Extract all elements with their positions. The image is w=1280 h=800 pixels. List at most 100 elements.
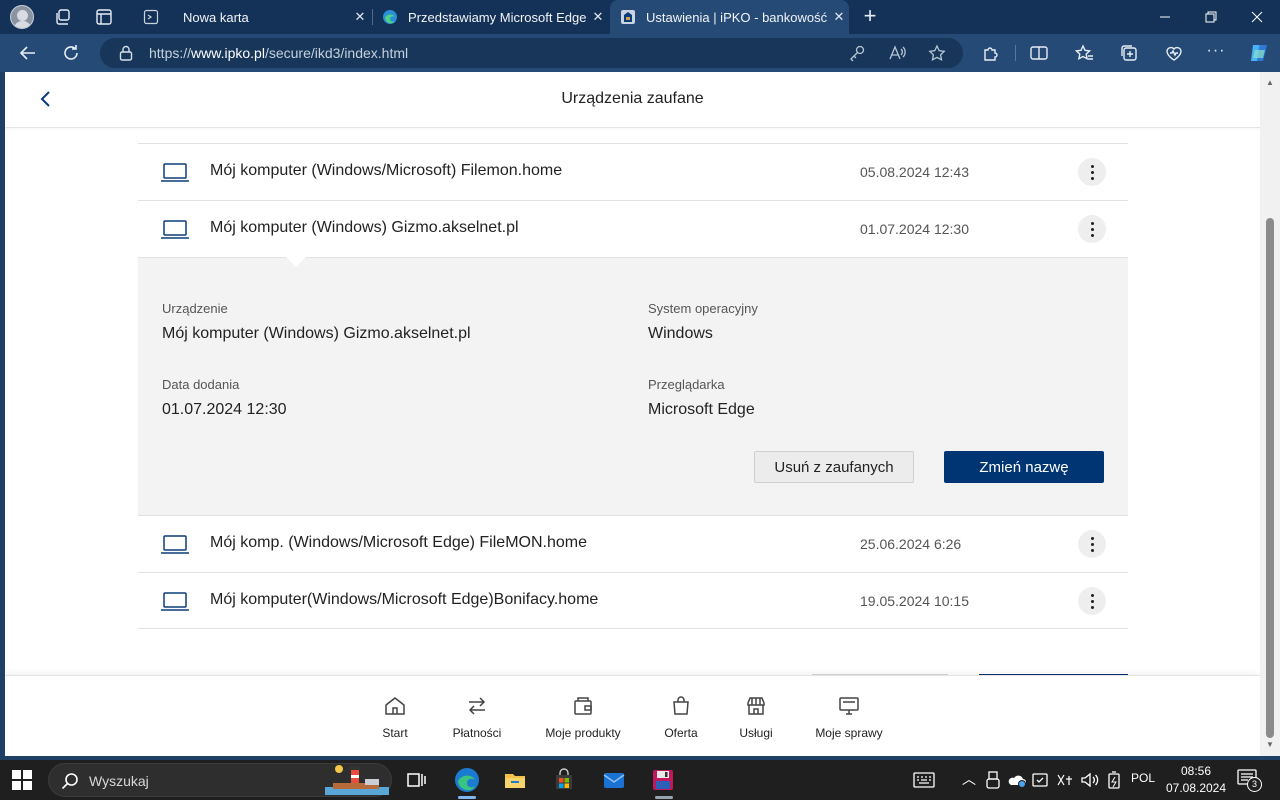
favorites-icon[interactable] <box>1074 43 1094 63</box>
monitor-icon <box>839 697 859 715</box>
taskbar-search[interactable]: Wyszukaj <box>48 763 392 797</box>
performance-icon[interactable] <box>1164 43 1184 63</box>
refresh-icon[interactable] <box>61 43 81 63</box>
running-app-indicator <box>655 796 673 799</box>
onedrive-icon[interactable] <box>1007 771 1027 789</box>
edge-taskbar-icon[interactable] <box>454 767 480 793</box>
rename-button[interactable]: Zmień nazwę <box>944 451 1104 483</box>
device-menu-button[interactable] <box>1078 530 1106 558</box>
minimize-icon[interactable] <box>1142 0 1188 34</box>
bottom-navigation: Start Płatności Moje produkty Oferta Usł… <box>5 675 1260 756</box>
favorite-star-icon[interactable] <box>928 44 946 62</box>
nav-my-cases[interactable]: Moje sprawy <box>811 694 887 740</box>
url-text: https://www.ipko.pl/secure/ikd3/index.ht… <box>149 45 408 61</box>
search-highlight-lighthouse-icon <box>325 765 389 795</box>
back-arrow-icon[interactable] <box>18 43 38 63</box>
close-tab-icon[interactable]: ✕ <box>829 7 849 27</box>
language-indicator[interactable]: POL <box>1131 771 1155 785</box>
show-hidden-icons-chevron-icon[interactable]: ︿ <box>962 769 976 789</box>
keyboard-layout-icon[interactable] <box>913 769 935 791</box>
microsoft-store-icon[interactable] <box>552 768 576 792</box>
save-app-icon[interactable] <box>651 768 675 792</box>
mail-icon[interactable] <box>602 768 626 792</box>
new-tab-plus-icon[interactable]: + <box>860 5 880 27</box>
laptop-icon <box>161 163 189 182</box>
volume-icon[interactable] <box>1080 771 1100 789</box>
edge-logo-icon <box>383 10 397 24</box>
kebab-icon <box>1090 220 1094 238</box>
tab-new-tab[interactable]: Nowa karta ✕ <box>133 0 370 34</box>
tab-title: Przedstawiamy Microsoft Edge <box>408 9 587 25</box>
split-screen-icon[interactable] <box>1029 43 1049 63</box>
task-view-icon[interactable] <box>404 768 428 792</box>
more-options-icon[interactable]: ··· <box>1206 43 1226 63</box>
close-tab-icon[interactable]: ✕ <box>350 7 370 27</box>
nav-services[interactable]: Usługi <box>736 694 776 740</box>
restore-icon[interactable] <box>1188 0 1234 34</box>
nav-label: Moje produkty <box>545 726 621 740</box>
scroll-down-arrow-icon[interactable]: ▼ <box>1264 740 1276 750</box>
device-label: Urządzenie <box>162 301 228 316</box>
remove-trusted-button[interactable]: Usuń z zaufanych <box>754 451 914 483</box>
scrollbar-thumb[interactable] <box>1266 218 1274 738</box>
tab-ipko-settings[interactable]: Ustawienia | iPKO - bankowość el ✕ <box>610 0 849 34</box>
lock-icon[interactable] <box>118 44 134 62</box>
browser-label: Przeglądarka <box>648 377 725 392</box>
kebab-icon <box>1090 163 1094 181</box>
close-tab-icon[interactable]: ✕ <box>588 7 608 27</box>
tab-title: Nowa karta <box>183 9 249 25</box>
device-row[interactable]: Mój komp. (Windows/Microsoft Edge) FileM… <box>138 515 1128 572</box>
device-row[interactable]: Mój komputer (Windows/Microsoft) Filemon… <box>138 143 1128 200</box>
wallet-icon <box>574 697 592 715</box>
device-value: Mój komputer (Windows) Gizmo.akselnet.pl <box>162 325 471 342</box>
device-menu-button[interactable] <box>1078 215 1106 243</box>
windows-taskbar: Wyszukaj ︿ POL 08:56 07.08.2024 3 <box>0 760 1280 800</box>
date-added-label: Data dodania <box>162 377 240 392</box>
home-icon <box>385 697 405 715</box>
device-row[interactable]: Mój komputer(Windows/Microsoft Edge)Boni… <box>138 572 1128 629</box>
trusted-devices-list: Mój komputer (Windows/Microsoft) Filemon… <box>138 143 1128 629</box>
nav-my-products[interactable]: Moje produkty <box>540 694 626 740</box>
device-menu-button[interactable] <box>1078 158 1106 186</box>
date-added-value: 01.07.2024 12:30 <box>162 401 287 418</box>
profile-avatar[interactable] <box>10 5 34 29</box>
usb-device-icon[interactable] <box>986 771 1000 789</box>
input-indicator-icon[interactable] <box>1056 771 1074 789</box>
transfer-arrows-icon <box>468 697 486 715</box>
workspaces-icon[interactable] <box>53 7 73 27</box>
browser-value: Microsoft Edge <box>648 401 755 418</box>
device-menu-button[interactable] <box>1078 587 1106 615</box>
url-domain: www.ipko.pl <box>191 45 265 61</box>
extensions-icon[interactable] <box>981 43 1001 63</box>
device-date: 05.08.2024 12:43 <box>860 164 969 180</box>
tab-edge-intro[interactable]: Przedstawiamy Microsoft Edge ✕ <box>374 0 608 34</box>
security-icon[interactable] <box>1031 771 1049 789</box>
collections-icon[interactable] <box>1119 43 1139 63</box>
device-row-expanded[interactable]: Mój komputer (Windows) Gizmo.akselnet.pl… <box>138 200 1128 257</box>
read-aloud-icon[interactable] <box>888 44 906 62</box>
page-header: Urządzenia zaufane <box>5 72 1260 128</box>
tab-actions-icon[interactable] <box>94 7 114 27</box>
kebab-icon <box>1090 592 1094 610</box>
os-label: System operacyjny <box>648 301 758 316</box>
nav-start[interactable]: Start <box>380 694 410 740</box>
copilot-icon[interactable] <box>1247 41 1271 65</box>
kebab-icon <box>1090 535 1094 553</box>
device-name: Mój komputer (Windows) Gizmo.akselnet.pl <box>210 219 519 236</box>
nav-payments[interactable]: Płatności <box>448 694 506 740</box>
notification-center[interactable]: 3 <box>1237 769 1262 792</box>
nav-label: Usługi <box>739 726 773 740</box>
tab-separator <box>372 9 373 25</box>
clock[interactable]: 08:56 07.08.2024 <box>1165 763 1227 797</box>
close-window-icon[interactable] <box>1234 0 1280 34</box>
battery-icon[interactable] <box>1106 771 1122 789</box>
file-explorer-icon[interactable] <box>503 768 527 792</box>
windows-start-icon[interactable] <box>12 770 32 790</box>
key-icon[interactable] <box>848 44 866 62</box>
scroll-up-arrow-icon[interactable]: ▲ <box>1264 78 1276 88</box>
nav-offer[interactable]: Oferta <box>661 694 701 740</box>
device-date: 19.05.2024 10:15 <box>860 593 969 609</box>
page-content: Urządzenia zaufane Mój komputer (Windows… <box>5 72 1260 756</box>
browser-tab-strip: Nowa karta ✕ Przedstawiamy Microsoft Edg… <box>0 0 1280 34</box>
address-bar[interactable]: https://www.ipko.pl/secure/ikd3/index.ht… <box>100 38 963 68</box>
